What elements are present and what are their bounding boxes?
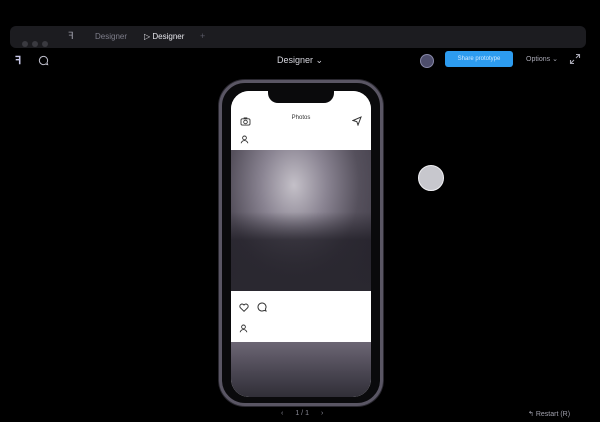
avatar[interactable] xyxy=(420,54,434,68)
next-page-button[interactable]: › xyxy=(321,410,323,417)
file-title-dropdown[interactable]: Designer ⌄ xyxy=(277,55,323,66)
restart-icon: ↰ xyxy=(528,411,534,418)
bubble-icon[interactable] xyxy=(257,299,267,317)
expand-icon[interactable] xyxy=(569,52,581,70)
tab-designer[interactable]: Designer xyxy=(95,32,127,41)
app-logo[interactable]: ꟻ xyxy=(15,54,21,67)
heart-icon[interactable] xyxy=(239,299,249,317)
phone-frame: Photos xyxy=(219,80,383,406)
post-actions xyxy=(231,291,371,342)
app-title: Photos xyxy=(291,115,311,121)
phone-notch xyxy=(268,91,334,103)
page-counter: 1 / 1 xyxy=(295,410,309,417)
chevron-down-icon: ⌄ xyxy=(315,55,324,65)
new-tab-button[interactable]: + xyxy=(200,31,205,41)
post-photo[interactable] xyxy=(231,342,371,397)
options-dropdown[interactable]: Options ⌄ xyxy=(526,55,558,63)
tab-designer-prototype[interactable]: ▷ Designer xyxy=(144,32,184,41)
browser-tab-bar: ꟻ Designer ▷ Designer + xyxy=(10,26,586,48)
user-icon[interactable] xyxy=(239,320,248,338)
user-icon[interactable] xyxy=(240,131,249,149)
previous-page-button[interactable]: ‹ xyxy=(281,410,283,417)
cursor-indicator xyxy=(418,165,444,191)
maximize-window-dot[interactable] xyxy=(42,41,48,47)
pager: ‹ 1 / 1 › xyxy=(275,410,329,417)
send-icon[interactable] xyxy=(351,113,362,131)
share-prototype-button[interactable]: Share prototype xyxy=(445,51,513,67)
restart-label: Restart (R) xyxy=(535,411,571,418)
close-window-dot[interactable] xyxy=(22,41,28,47)
options-label: Options xyxy=(526,56,551,63)
restart-button[interactable]: ↰ Restart (R) xyxy=(528,410,570,418)
chevron-down-icon: ⌄ xyxy=(552,56,558,63)
post-photo[interactable] xyxy=(231,150,371,292)
minimize-window-dot[interactable] xyxy=(32,41,38,47)
prototype-toolbar: ꟻ Designer ⌄ Share prototype Options ⌄ xyxy=(0,50,600,70)
comment-icon[interactable] xyxy=(38,53,49,71)
cloud-layer xyxy=(231,212,371,292)
phone-screen[interactable]: Photos xyxy=(231,91,371,397)
tabbar-logo[interactable]: ꟻ xyxy=(68,31,74,42)
file-title: Designer xyxy=(277,55,314,65)
